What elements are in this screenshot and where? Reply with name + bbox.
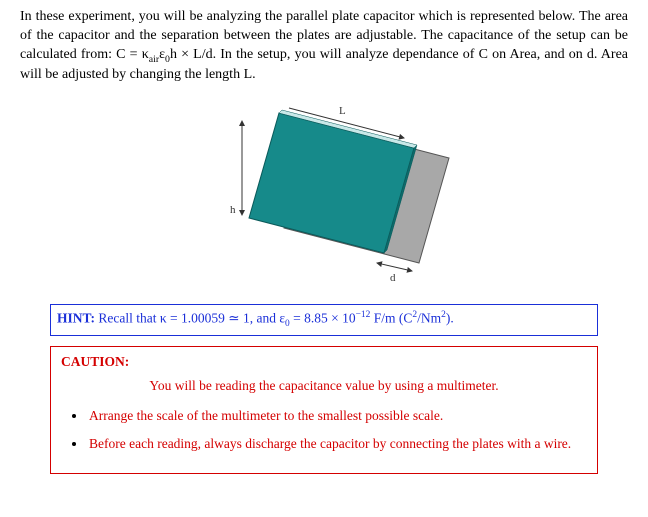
formula-sub-air: air: [149, 54, 159, 65]
hint-post2: /Nm: [417, 310, 441, 325]
hint-post1: F/m (C: [370, 310, 412, 325]
label-h: h: [230, 204, 236, 216]
formula: C = κairε0h × L/d: [116, 47, 212, 62]
caution-center: You will be reading the capacitance valu…: [61, 377, 587, 395]
hint-sup: −12: [356, 310, 371, 320]
hint-post3: ).: [446, 310, 454, 325]
formula-rest: h × L/d: [170, 47, 213, 62]
arrow-d: [377, 263, 412, 271]
caution-box: CAUTION: You will be reading the capacit…: [50, 346, 598, 475]
label-d: d: [390, 272, 396, 283]
capacitor-svg: L h d: [174, 93, 474, 283]
caution-list: Arrange the scale of the multimeter to t…: [61, 407, 587, 453]
formula-eq: = κ: [126, 47, 149, 62]
hint-box: HINT: Recall that κ = 1.00059 ≃ 1, and ε…: [50, 304, 598, 336]
intro-paragraph: In these experiment, you will be analyzi…: [20, 8, 628, 85]
caution-item-2: Before each reading, always discharge th…: [87, 435, 587, 453]
capacitor-diagram: L h d: [20, 93, 628, 290]
caution-item-1: Arrange the scale of the multimeter to t…: [87, 407, 587, 425]
hint-mid: = 8.85 × 10: [290, 310, 356, 325]
hint-label: HINT:: [57, 310, 95, 325]
label-L: L: [339, 105, 346, 117]
hint-pre: Recall that κ = 1.00059 ≃ 1, and ε: [95, 310, 285, 325]
formula-C: C: [116, 47, 125, 62]
caution-title: CAUTION:: [61, 353, 587, 371]
